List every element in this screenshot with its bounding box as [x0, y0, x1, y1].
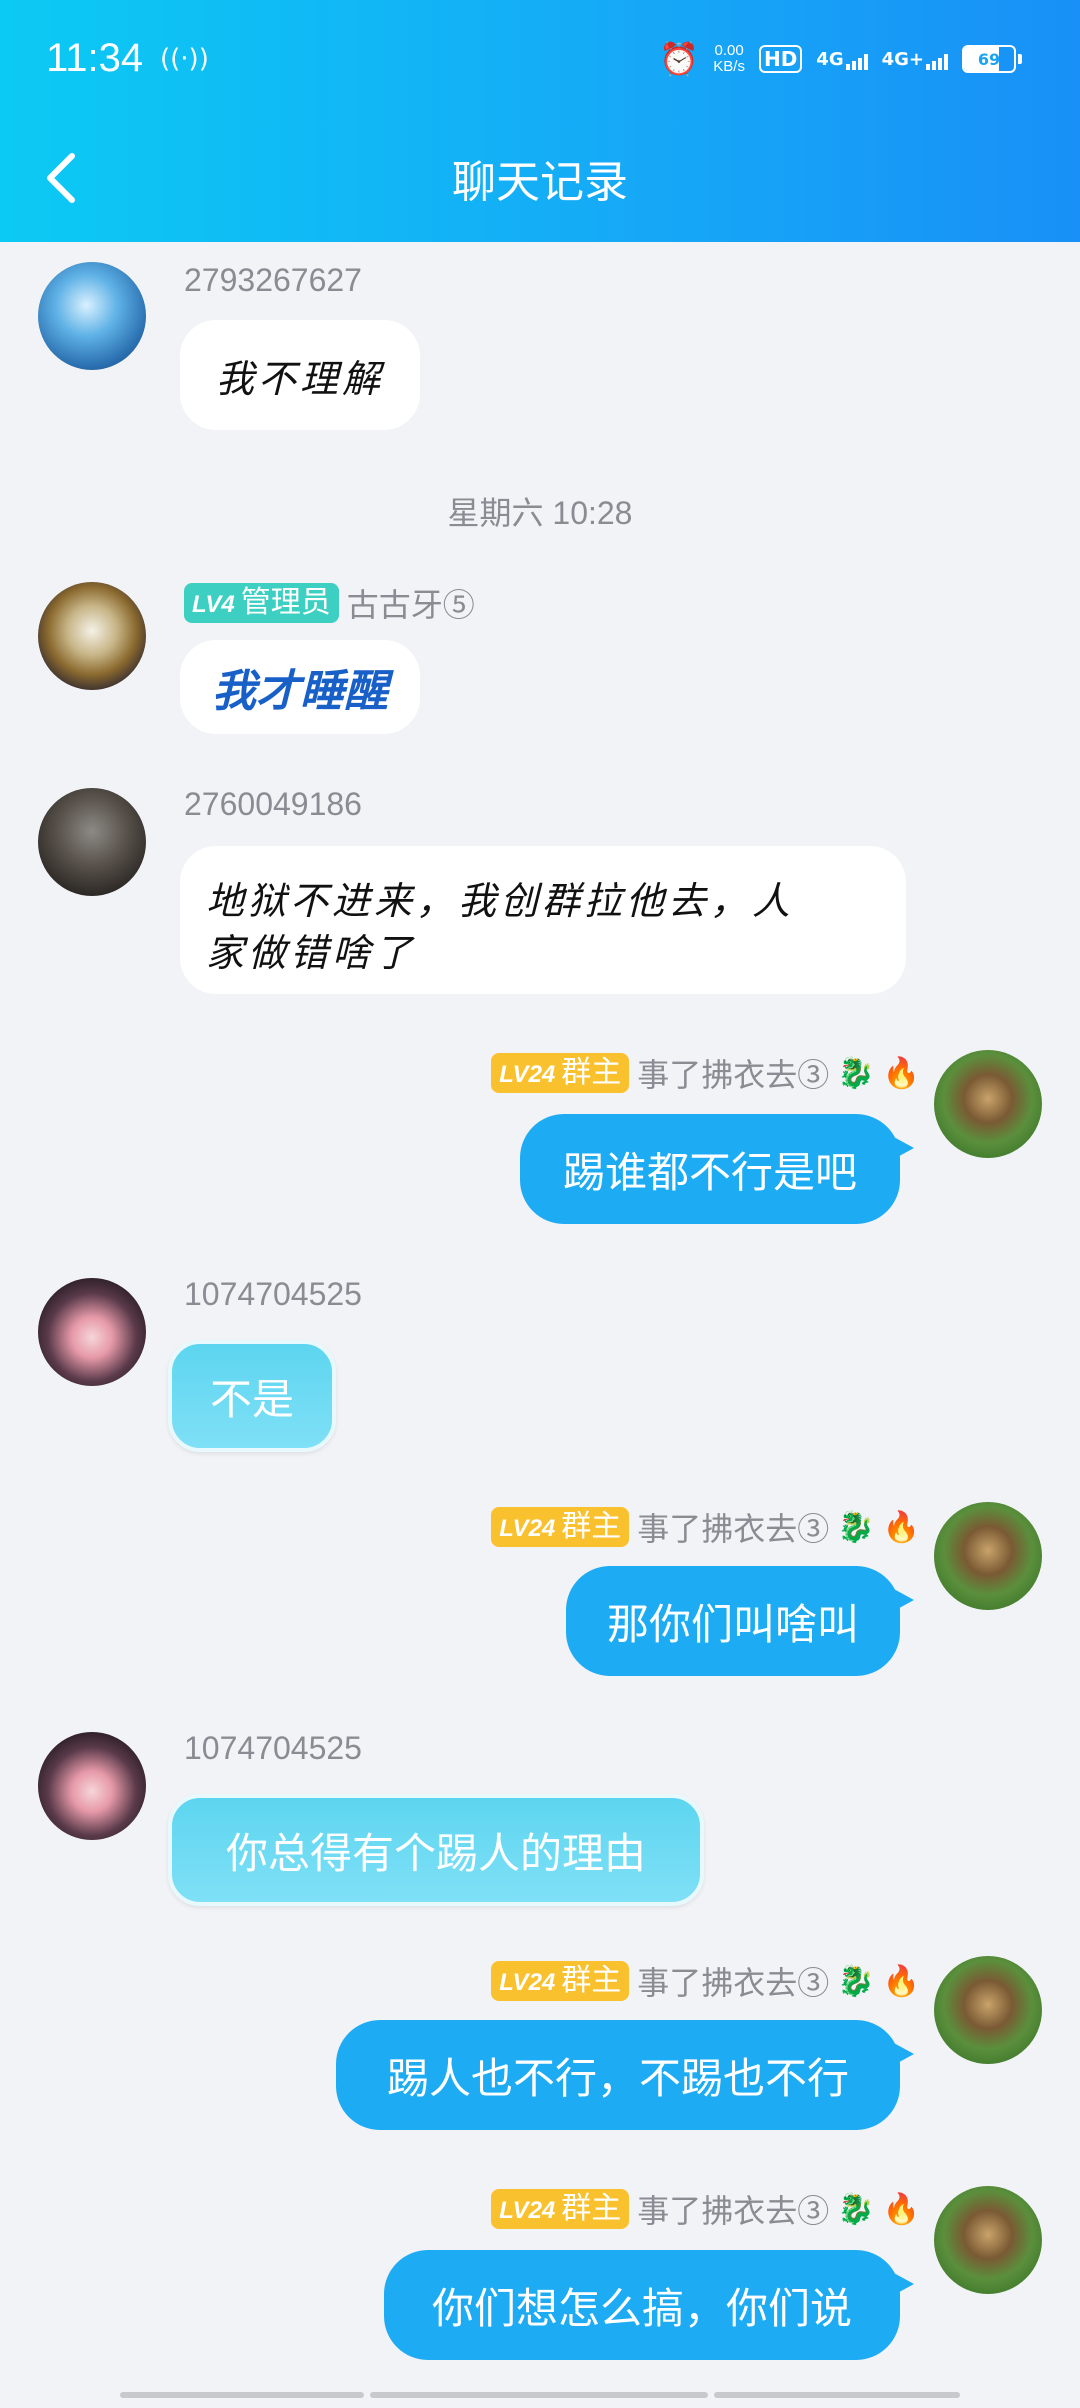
alarm-icon: ⏰: [659, 40, 700, 78]
status-time: 11:34: [46, 36, 144, 80]
message-text: 踢谁都不行是吧: [562, 1148, 857, 1196]
message-bubble[interactable]: 你们想怎么搞，你们说: [384, 2250, 914, 2360]
badge-level: LV24: [499, 1969, 556, 1996]
level-badge: LV24 群主: [491, 2189, 630, 2229]
badge-level: LV24: [499, 2197, 556, 2224]
avatar[interactable]: [934, 1050, 1042, 1158]
level-badge: LV24 群主: [491, 1507, 630, 1547]
sender-row: LV24 群主 事了拂衣去③ 🐉 🔥: [491, 1050, 920, 1096]
message-bubble[interactable]: 踢人也不行，不踢也不行: [336, 2020, 914, 2130]
battery-icon: 69: [962, 45, 1016, 73]
message-bubble[interactable]: 地狱不进来，我创群拉他去，人 家做错啥了: [180, 846, 906, 994]
message-text-line: 地狱不进来，我创群拉他去，人: [206, 879, 795, 923]
signal-4gplus-icon: 4G+: [882, 49, 948, 70]
level-badge: LV24 群主: [491, 1053, 630, 1093]
message-text: 我不理解: [215, 356, 384, 401]
badge-role: 群主: [561, 2192, 622, 2225]
sender-name: 事了拂衣去③: [637, 1057, 830, 1093]
sender-row: LV24 群主 事了拂衣去③ 🐉 🔥: [491, 1504, 920, 1550]
fire-icon: 🔥: [882, 2192, 920, 2226]
time-separator: 星期六 10:28: [447, 495, 633, 531]
avatar[interactable]: [38, 582, 146, 690]
sender-name: 2760049186: [184, 786, 362, 822]
message-bubble[interactable]: 我不理解: [180, 320, 420, 430]
message-text-line: 家做错啥了: [206, 931, 417, 975]
dragon-icon: 🐉: [837, 1964, 875, 1998]
sender-name: 事了拂衣去③: [637, 1965, 830, 2001]
dragon-icon: 🐉: [837, 1510, 875, 1544]
level-badge: LV4 管理员: [184, 583, 339, 623]
message-text: 踢人也不行，不踢也不行: [386, 2054, 849, 2102]
hotspot-icon: ((·)): [160, 44, 209, 74]
fire-icon: 🔥: [882, 1056, 920, 1090]
scroll-indicator[interactable]: [120, 2392, 364, 2398]
message-text: 那你们叫啥叫: [606, 1600, 859, 1648]
message-bubble[interactable]: 你总得有个踢人的理由: [168, 1794, 704, 1906]
message-bubble[interactable]: 那你们叫啥叫: [566, 1566, 914, 1676]
avatar[interactable]: [38, 788, 146, 896]
avatar[interactable]: [38, 1278, 146, 1386]
dragon-icon: 🐉: [837, 1056, 875, 1090]
net2-label: 4G+: [881, 48, 924, 70]
badge-role: 管理员: [240, 586, 331, 619]
network-speed: 0.00 KB/s: [713, 43, 745, 75]
scroll-indicator[interactable]: [714, 2392, 960, 2398]
sender-row: LV24 群主 事了拂衣去③ 🐉 🔥: [491, 2186, 920, 2232]
badge-level: LV24: [499, 1061, 556, 1088]
speed-value: 0.00: [714, 42, 744, 59]
level-badge: LV24 群主: [491, 1961, 630, 2001]
sender-name: 1074704525: [184, 1730, 362, 1766]
badge-level: LV4: [192, 591, 235, 618]
sender-name: 1074704525: [184, 1276, 362, 1312]
badge-level: LV24: [499, 1515, 556, 1542]
sender-name: 2793267627: [184, 262, 362, 298]
page-title: 聊天记录: [452, 158, 628, 207]
message-bubble[interactable]: 踢谁都不行是吧: [520, 1114, 914, 1224]
fire-icon: 🔥: [882, 1964, 920, 1998]
sender-name: 事了拂衣去③: [637, 1511, 830, 1547]
net1-label: 4G: [816, 48, 844, 70]
sender-name: 古古牙⑤: [346, 587, 475, 623]
message-text: 你们想怎么搞，你们说: [431, 2284, 852, 2332]
fire-icon: 🔥: [882, 1510, 920, 1544]
message-bubble[interactable]: 我才睡醒: [180, 640, 420, 734]
badge-role: 群主: [561, 1056, 622, 1089]
signal-4g-icon: 4G: [816, 48, 868, 70]
scroll-indicator[interactable]: [370, 2392, 708, 2398]
sender-name: 事了拂衣去③: [637, 2193, 830, 2229]
header-bar: 11:34 ((·)) ⏰ 0.00 KB/s HD 4G 4G+ 69 聊天记…: [0, 0, 1080, 242]
avatar[interactable]: [934, 1502, 1042, 1610]
message-text: 你总得有个踢人的理由: [225, 1829, 646, 1877]
status-icons: ⏰ 0.00 KB/s HD 4G 4G+ 69: [659, 40, 1022, 78]
avatar[interactable]: [38, 1732, 146, 1840]
sender-row: LV4 管理员 古古牙⑤: [184, 580, 475, 626]
message-bubble[interactable]: 不是: [168, 1340, 336, 1452]
hd-icon: HD: [758, 45, 803, 73]
dragon-icon: 🐉: [837, 2192, 875, 2226]
battery-level: 69: [977, 49, 1001, 69]
sender-row: LV24 群主 事了拂衣去③ 🐉 🔥: [491, 1958, 920, 2004]
avatar[interactable]: [38, 262, 146, 370]
badge-role: 群主: [561, 1510, 622, 1543]
avatar[interactable]: [934, 2186, 1042, 2294]
avatar[interactable]: [934, 1956, 1042, 2064]
message-text: 我才睡醒: [212, 667, 388, 716]
message-text: 不是: [209, 1375, 294, 1423]
badge-role: 群主: [561, 1964, 622, 1997]
speed-unit: KB/s: [713, 58, 745, 75]
